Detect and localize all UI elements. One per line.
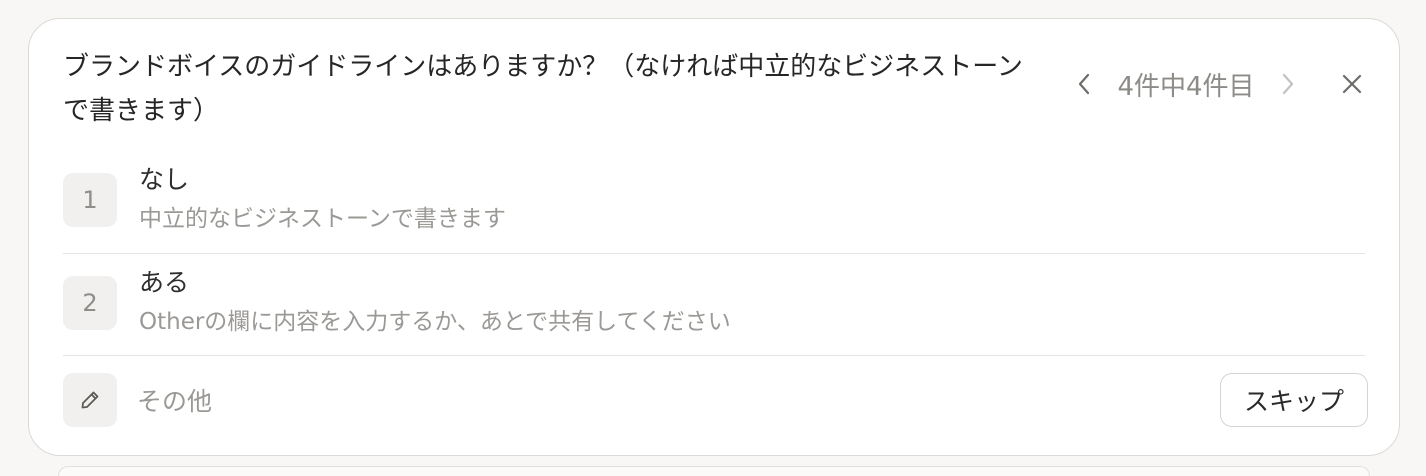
next-card-edge [58, 466, 1370, 476]
other-input[interactable] [137, 381, 837, 421]
divider [63, 355, 1365, 356]
page-counter: 4件中4件目 [1117, 71, 1255, 102]
option-title: なし [139, 165, 190, 194]
option-description: 中立的なビジネストーンで書きます [139, 206, 506, 232]
option-number-badge: 2 [63, 276, 117, 330]
chevron-right-icon[interactable] [1273, 63, 1303, 105]
option-description: Otherの欄に内容を入力するか、あとで共有してください [139, 309, 731, 335]
skip-button[interactable]: スキップ [1220, 373, 1368, 427]
divider [63, 253, 1365, 254]
chevron-left-icon[interactable] [1069, 63, 1099, 105]
option-title: ある [139, 268, 190, 297]
option-number-badge: 1 [63, 173, 117, 227]
option-yes[interactable]: 2 ある Otherの欄に内容を入力するか、あとで共有してください [63, 255, 1365, 357]
option-none[interactable]: 1 なし 中立的なビジネストーンで書きます [63, 152, 1365, 254]
question-text: ブランドボイスのガイドラインはありますか？（なければ中立的なビジネストーンで書き… [63, 52, 1023, 126]
question-card: ブランドボイスのガイドラインはありますか？（なければ中立的なビジネストーンで書き… [28, 18, 1400, 456]
pencil-icon [63, 373, 117, 427]
close-icon[interactable] [1335, 63, 1369, 105]
